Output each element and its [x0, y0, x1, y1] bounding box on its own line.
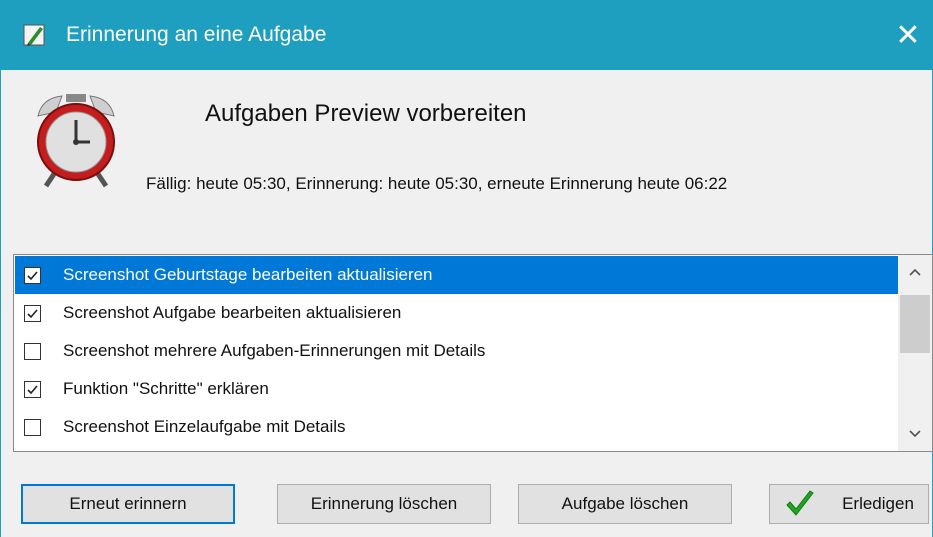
checkbox[interactable] [24, 380, 41, 398]
checkmark-icon [27, 308, 38, 318]
list-item-label: Screenshot Geburtstage bearbeiten aktual… [63, 265, 433, 284]
scroll-up-icon [909, 268, 921, 276]
checkbox[interactable] [24, 342, 41, 360]
window-title: Erinnerung an eine Aufgabe [66, 23, 327, 46]
delete-task-button[interactable]: Aufgabe löschen [518, 484, 732, 524]
list-item-label: Screenshot Aufgabe bearbeiten aktualisie… [63, 303, 402, 322]
close-icon: ✕ [895, 18, 921, 52]
done-label: Erledigen [842, 494, 914, 513]
due-info: Fällig: heute 05:30, Erinnerung: heute 0… [146, 174, 728, 193]
list-item[interactable]: Screenshot mehrere Aufgaben-Erinnerungen… [15, 332, 905, 370]
delete-reminder-label: Erinnerung löschen [310, 494, 458, 513]
list-item-label: Funktion "Schritte" erklären [63, 379, 269, 398]
checkbox[interactable] [24, 304, 41, 322]
list-item-label: Screenshot Einzelaufgabe mit Details [63, 417, 346, 436]
task-title: Aufgaben Preview vorbereiten [205, 100, 527, 127]
done-button[interactable]: Erledigen [769, 484, 929, 524]
checkmark-icon [27, 384, 38, 394]
list-item[interactable]: Screenshot Geburtstage bearbeiten aktual… [15, 256, 905, 294]
alarm-clock-icon [37, 94, 115, 188]
remind-again-label: Erneut erinnern [69, 494, 187, 513]
list-item[interactable]: Screenshot Einzelaufgabe mit Details [15, 408, 905, 446]
scroll-up-button[interactable] [898, 255, 932, 289]
checkbox[interactable] [24, 266, 41, 284]
delete-task-label: Aufgabe löschen [561, 494, 689, 513]
app-icon [23, 24, 45, 46]
window-border-left [0, 70, 1, 537]
delete-reminder-button[interactable]: Erinnerung löschen [277, 484, 491, 524]
list-item[interactable]: Funktion "Schritte" erklären [15, 370, 905, 408]
remind-again-button[interactable]: Erneut erinnern [21, 484, 235, 524]
scroll-down-button[interactable] [898, 417, 932, 451]
scroll-thumb[interactable] [900, 295, 930, 353]
green-check-icon [786, 490, 814, 516]
checkbox[interactable] [24, 418, 41, 436]
scroll-down-icon [909, 430, 921, 438]
list-item-label: Screenshot mehrere Aufgaben-Erinnerungen… [63, 341, 486, 360]
title-bar: Erinnerung an eine Aufgabe ✕ [0, 0, 933, 70]
steps-checklist[interactable]: Screenshot Geburtstage bearbeiten aktual… [13, 254, 933, 452]
close-button[interactable]: ✕ [883, 0, 933, 70]
list-item[interactable]: Screenshot Aufgabe bearbeiten aktualisie… [15, 294, 905, 332]
checkmark-icon [27, 270, 38, 280]
vertical-scrollbar[interactable] [898, 255, 932, 451]
